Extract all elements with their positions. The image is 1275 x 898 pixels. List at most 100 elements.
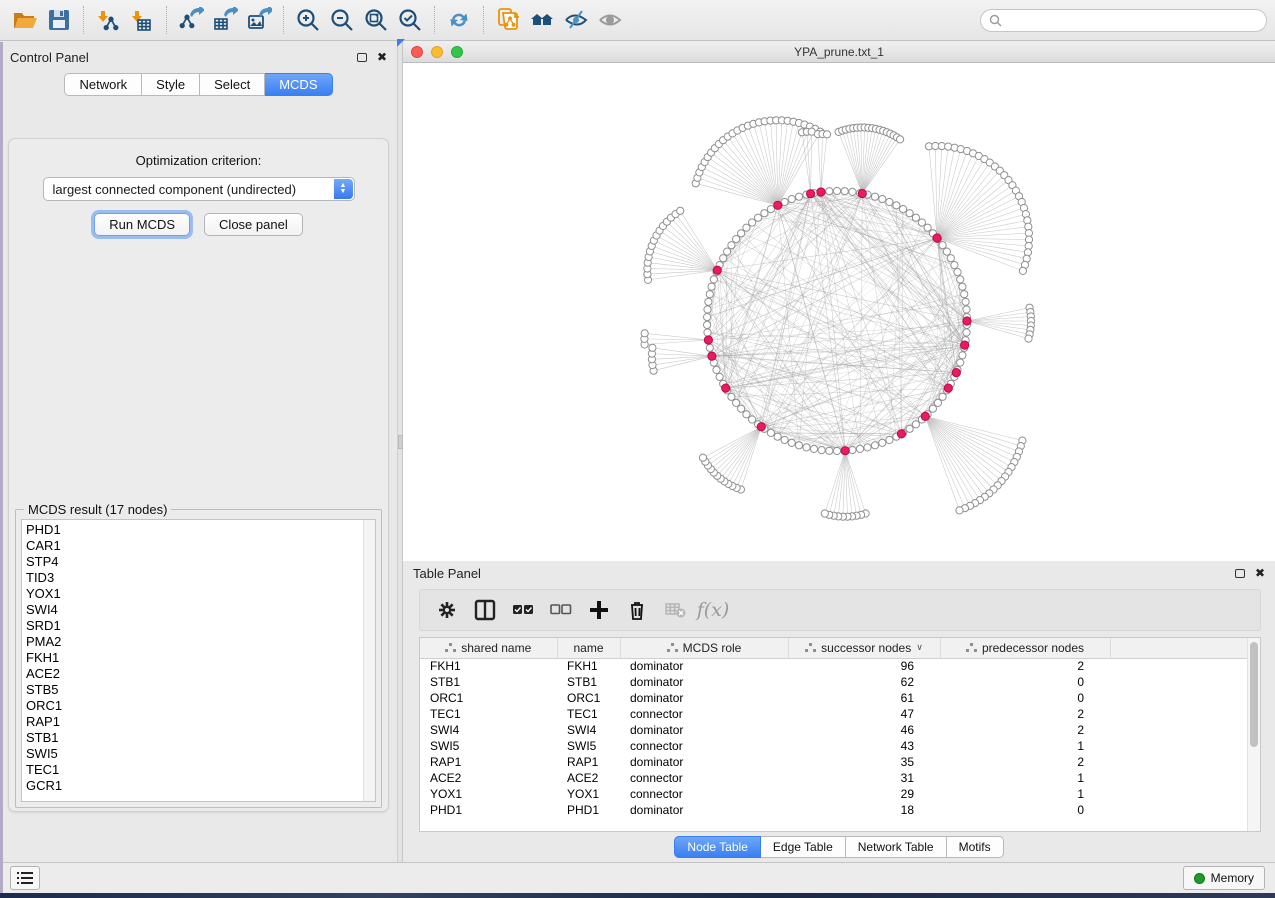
column-header-predecessor-nodes[interactable]: predecessor nodes: [940, 638, 1110, 658]
column-header-shared-name[interactable]: shared name: [420, 638, 557, 658]
show-columns-button[interactable]: [468, 594, 502, 626]
column-header-MCDS-role[interactable]: MCDS role: [620, 638, 788, 658]
zoom-selected-icon: [397, 7, 423, 33]
add-column-button[interactable]: [582, 594, 616, 626]
zoom-in-button[interactable]: [291, 4, 325, 36]
first-neighbors-button[interactable]: [525, 4, 559, 36]
show-all-button[interactable]: [593, 4, 627, 36]
mcds-result-item[interactable]: FKH1: [26, 650, 363, 666]
tab-edge-table[interactable]: Edge Table: [761, 836, 846, 858]
open-session-button[interactable]: [8, 4, 42, 36]
delete-column-icon: [626, 599, 648, 621]
close-table-panel-icon[interactable]: ✖: [1255, 567, 1265, 579]
close-panel-icon[interactable]: ✖: [377, 51, 387, 63]
frame-resize-corner: [397, 39, 405, 47]
close-panel-button[interactable]: Close panel: [204, 213, 303, 236]
column-header-successor-nodes[interactable]: successor nodes∨: [788, 638, 940, 658]
import-network-button[interactable]: [91, 4, 125, 36]
hide-selected-button[interactable]: [559, 4, 593, 36]
zoom-fit-button[interactable]: [359, 4, 393, 36]
clone-network-button[interactable]: [491, 4, 525, 36]
mcds-result-item[interactable]: PHD1: [26, 522, 363, 538]
mcds-tab-content: Optimization criterion: largest connecte…: [8, 138, 389, 812]
table-row[interactable]: ORC1ORC1dominator610: [420, 690, 1250, 706]
mcds-result-item[interactable]: CAR1: [26, 538, 363, 554]
table-row[interactable]: PHD1PHD1dominator180: [420, 802, 1250, 818]
optimization-criterion-select[interactable]: largest connected component (undirected)…: [43, 177, 355, 201]
mcds-result-item[interactable]: ORC1: [26, 698, 363, 714]
mcds-result-item[interactable]: STP4: [26, 554, 363, 570]
mcds-list-scrollbar[interactable]: [363, 520, 375, 801]
import-table-button[interactable]: [125, 4, 159, 36]
table-row[interactable]: STB1STB1dominator620: [420, 674, 1250, 690]
run-mcds-button[interactable]: Run MCDS: [94, 213, 190, 236]
network-graph[interactable]: [403, 63, 1272, 561]
column-header-name[interactable]: name: [557, 638, 620, 658]
import-network-icon: [95, 7, 121, 33]
tab-select[interactable]: Select: [200, 73, 265, 96]
table-toolbar: f(x): [419, 589, 1261, 631]
tab-node-table[interactable]: Node Table: [674, 836, 761, 858]
memory-status-icon: [1194, 873, 1205, 884]
deselect-all-rows-button[interactable]: [544, 594, 578, 626]
table-row[interactable]: SWI4SWI4dominator462: [420, 722, 1250, 738]
table-row[interactable]: SWI5SWI5connector431: [420, 738, 1250, 754]
select-all-rows-button[interactable]: [506, 594, 540, 626]
search-input[interactable]: [1007, 13, 1258, 27]
network-window-titlebar[interactable]: YPA_prune.txt_1: [403, 41, 1275, 63]
mcds-result-item[interactable]: STB1: [26, 730, 363, 746]
export-table-button[interactable]: [208, 4, 242, 36]
network-window-title: YPA_prune.txt_1: [403, 45, 1275, 59]
save-session-button[interactable]: [42, 4, 76, 36]
status-bar: Memory: [0, 862, 1275, 893]
mcds-result-item[interactable]: PMA2: [26, 634, 363, 650]
float-table-panel-icon[interactable]: [1235, 569, 1245, 578]
network-canvas[interactable]: [403, 63, 1275, 561]
mcds-result-item[interactable]: RAP1: [26, 714, 363, 730]
mcds-result-item[interactable]: YOX1: [26, 586, 363, 602]
tab-motifs[interactable]: Motifs: [947, 836, 1004, 858]
delete-column-button[interactable]: [620, 594, 654, 626]
mcds-result-item[interactable]: ACE2: [26, 666, 363, 682]
table-row[interactable]: YOX1YOX1connector291: [420, 786, 1250, 802]
search-box[interactable]: [980, 9, 1267, 32]
zoom-out-button[interactable]: [325, 4, 359, 36]
mcds-result-item[interactable]: GCR1: [26, 778, 363, 794]
desktop-edge-bottom: [0, 893, 1275, 898]
table-row[interactable]: ACE2ACE2connector311: [420, 770, 1250, 786]
refresh-layout-button[interactable]: [442, 4, 476, 36]
table-scrollbar-thumb[interactable]: [1250, 642, 1258, 747]
function-builder-icon: f(x): [697, 599, 730, 621]
memory-button[interactable]: Memory: [1183, 866, 1265, 890]
mcds-result-item[interactable]: SWI4: [26, 602, 363, 618]
shared-column-icon: [667, 643, 678, 653]
task-list-icon: [17, 871, 33, 885]
delete-table-button: [658, 594, 692, 626]
tab-network-table[interactable]: Network Table: [846, 836, 947, 858]
table-row[interactable]: RAP1RAP1dominator352: [420, 754, 1250, 770]
tab-style[interactable]: Style: [142, 73, 200, 96]
application-window: Control Panel ✖ NetworkStyleSelectMCDS O…: [0, 0, 1275, 893]
mcds-result-item[interactable]: STB5: [26, 682, 363, 698]
mcds-result-item[interactable]: SWI5: [26, 746, 363, 762]
table-options-gear-button[interactable]: [430, 594, 464, 626]
mcds-result-item[interactable]: TID3: [26, 570, 363, 586]
mcds-result-item[interactable]: SRD1: [26, 618, 363, 634]
zoom-out-icon: [329, 7, 355, 33]
table-scrollbar[interactable]: [1247, 638, 1260, 831]
node-table[interactable]: shared namenameMCDS rolesuccessor nodes∨…: [420, 638, 1251, 818]
desktop-edge-left: [0, 42, 3, 893]
tab-mcds[interactable]: MCDS: [265, 73, 332, 96]
table-row[interactable]: TEC1TEC1connector472: [420, 706, 1250, 722]
export-image-button[interactable]: [242, 4, 276, 36]
export-table-icon: [212, 7, 238, 33]
mcds-result-list[interactable]: PHD1CAR1STP4TID3YOX1SWI4SRD1PMA2FKH1ACE2…: [21, 519, 376, 802]
table-row[interactable]: FKH1FKH1dominator962: [420, 658, 1250, 674]
mcds-result-title: MCDS result (17 nodes): [24, 502, 171, 517]
mcds-result-item[interactable]: TEC1: [26, 762, 363, 778]
float-panel-icon[interactable]: [357, 53, 367, 62]
tab-network[interactable]: Network: [64, 73, 142, 96]
task-history-button[interactable]: [10, 866, 40, 890]
zoom-selected-button[interactable]: [393, 4, 427, 36]
export-network-button[interactable]: [174, 4, 208, 36]
